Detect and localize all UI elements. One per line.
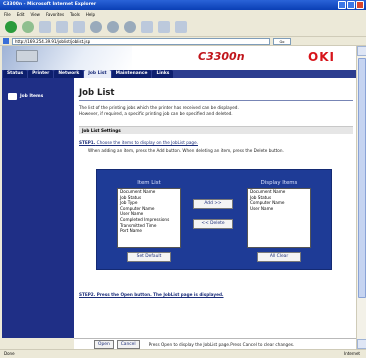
address-bar: http://169.254.39.91/joblist/joblist.jsp… bbox=[0, 37, 366, 46]
maximize-icon[interactable] bbox=[347, 1, 355, 9]
set-default-button[interactable]: Set Default bbox=[127, 252, 171, 262]
stop-icon[interactable] bbox=[39, 21, 51, 33]
browser-toolbar bbox=[0, 18, 366, 37]
model-name: C3300n bbox=[198, 50, 245, 63]
step1-instruction: STEP1. Choose the items to display on th… bbox=[79, 140, 198, 145]
page-title: Job List bbox=[79, 88, 115, 98]
open-button[interactable]: Open bbox=[94, 339, 114, 349]
history-icon[interactable] bbox=[141, 21, 153, 33]
sidebar-item-job-items[interactable]: Job Items bbox=[20, 94, 43, 99]
menu-file[interactable]: File bbox=[4, 12, 11, 17]
menu-help[interactable]: Help bbox=[86, 12, 95, 17]
add-button[interactable]: Add >> bbox=[193, 199, 233, 209]
window-controls bbox=[338, 1, 364, 9]
cancel-button[interactable]: Cancel bbox=[116, 339, 140, 349]
description-line-2: However, if required, a specific printin… bbox=[79, 111, 233, 117]
security-zone: Internet bbox=[344, 351, 360, 356]
home-icon[interactable] bbox=[73, 21, 85, 33]
status-text: Done bbox=[4, 351, 15, 356]
forward-icon[interactable] bbox=[22, 21, 34, 33]
favorites-icon[interactable] bbox=[107, 21, 119, 33]
display-items-title: Display Items bbox=[260, 180, 298, 186]
mail-icon[interactable] bbox=[158, 21, 170, 33]
window-title: C3300n - Microsoft Internet Explorer bbox=[3, 2, 97, 7]
settings-header: Job List Settings bbox=[79, 126, 353, 134]
status-bar: Done Internet bbox=[0, 349, 366, 358]
tab-network[interactable]: Network bbox=[54, 70, 84, 78]
nav-tabs: Status Printer Network Job List Maintena… bbox=[2, 70, 356, 78]
ie-page-icon bbox=[3, 38, 9, 44]
tab-job-list[interactable]: Job List bbox=[84, 70, 111, 78]
all-clear-button[interactable]: All Clear bbox=[257, 252, 301, 262]
menu-tools[interactable]: Tools bbox=[70, 12, 80, 17]
step1-text: Choose the items to display on the JobLi… bbox=[95, 140, 198, 145]
scroll-up-icon[interactable] bbox=[357, 46, 366, 56]
vertical-scrollbar[interactable] bbox=[356, 46, 366, 349]
minimize-icon[interactable] bbox=[338, 1, 346, 9]
delete-button[interactable]: << Delete bbox=[193, 219, 233, 229]
action-bar: Open Cancel Press Open to display the Jo… bbox=[74, 338, 356, 349]
close-icon[interactable] bbox=[356, 1, 364, 9]
item-list-title: Item List bbox=[137, 180, 161, 186]
action-hint: Press Open to display the JobList page.P… bbox=[148, 341, 295, 347]
step1-label: STEP1. bbox=[79, 140, 96, 145]
tab-status[interactable]: Status bbox=[3, 70, 28, 78]
display-items-box[interactable]: Document Name Job Status Computer Name U… bbox=[247, 188, 311, 248]
item-list-box[interactable]: Document Name Job Status Job Type Comput… bbox=[117, 188, 181, 248]
print-icon[interactable] bbox=[175, 21, 187, 33]
page-description: The list of the printing jobs which the … bbox=[79, 105, 353, 117]
media-icon[interactable] bbox=[124, 21, 136, 33]
step2-instruction: STEP2. Press the Open button. The JobLis… bbox=[79, 292, 224, 297]
list-item[interactable]: Port Name bbox=[120, 228, 180, 234]
job-item-selector: Item List Display Items Document Name Jo… bbox=[96, 169, 332, 270]
printer-icon bbox=[16, 50, 38, 62]
tab-links[interactable]: Links bbox=[152, 70, 174, 78]
step1-hint: When adding an item, press the Add butto… bbox=[88, 148, 284, 153]
back-icon[interactable] bbox=[5, 21, 17, 33]
menu-view[interactable]: View bbox=[30, 12, 40, 17]
scroll-thumb[interactable] bbox=[358, 58, 366, 298]
menu-edit[interactable]: Edit bbox=[17, 12, 25, 17]
refresh-icon[interactable] bbox=[56, 21, 68, 33]
list-item[interactable]: User Name bbox=[250, 206, 310, 212]
search-icon[interactable] bbox=[90, 21, 102, 33]
go-button[interactable]: Go bbox=[273, 37, 291, 45]
job-items-icon bbox=[8, 93, 17, 100]
oki-logo: OKI bbox=[308, 50, 335, 64]
printer-banner: C3300n OKI bbox=[2, 46, 356, 70]
window-titlebar: C3300n - Microsoft Internet Explorer bbox=[0, 0, 366, 10]
tab-maintenance[interactable]: Maintenance bbox=[111, 70, 152, 78]
menu-bar: File Edit View Favorites Tools Help bbox=[0, 10, 366, 18]
address-input[interactable]: http://169.254.39.91/joblist/joblist.jsp bbox=[12, 37, 270, 45]
scroll-down-icon[interactable] bbox=[357, 339, 366, 349]
title-divider bbox=[79, 100, 353, 101]
menu-favorites[interactable]: Favorites bbox=[46, 12, 64, 17]
left-sidebar: Job Items bbox=[2, 78, 74, 338]
main-content: Job List The list of the printing jobs w… bbox=[74, 78, 356, 338]
tab-printer[interactable]: Printer bbox=[28, 70, 54, 78]
